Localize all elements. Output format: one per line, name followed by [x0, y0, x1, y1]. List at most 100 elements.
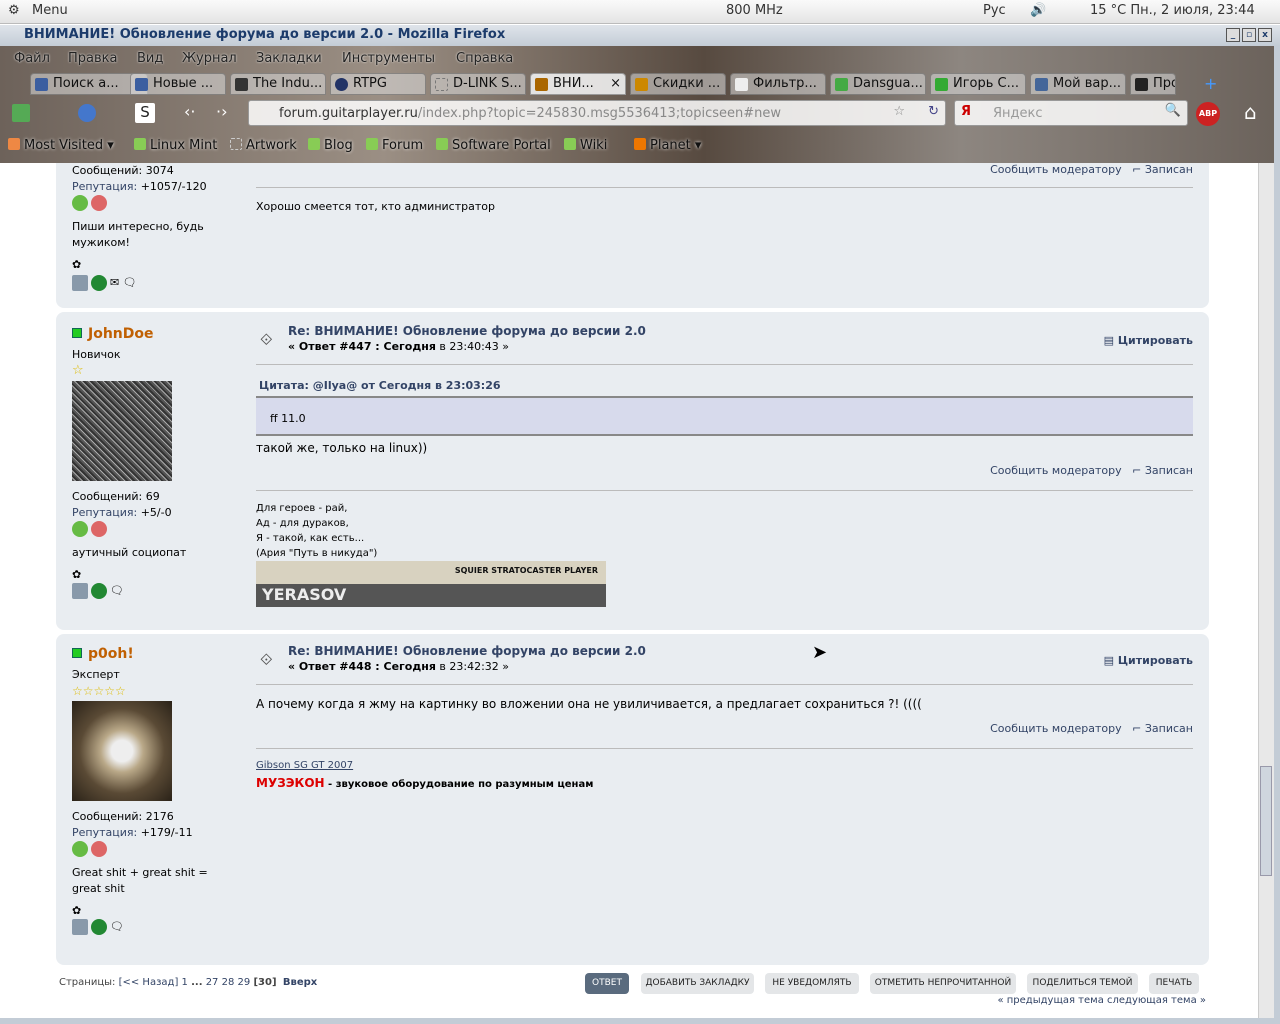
tab-active[interactable]: ВНИ... ×	[530, 73, 626, 95]
tab[interactable]: RTPG	[330, 73, 426, 95]
new-tab-icon[interactable]: +	[1204, 74, 1217, 93]
menu-edit[interactable]: Правка	[68, 51, 117, 66]
post-body: ⟐ Re: ВНИМАНИЕ! Обновление форума до вер…	[256, 312, 1193, 630]
reload-icon[interactable]: ↻	[928, 104, 939, 119]
quote-button[interactable]: ▤ Цитировать	[1104, 654, 1193, 667]
tab[interactable]: Игорь С...	[930, 73, 1026, 95]
reply-button[interactable]: ОТВЕТ	[585, 973, 629, 994]
page-link[interactable]: 1	[182, 977, 188, 988]
bookmark-forum[interactable]: Forum	[366, 138, 423, 153]
page-link[interactable]: 29	[238, 977, 251, 988]
post-subject-link[interactable]: Re: ВНИМАНИЕ! Обновление форума до верси…	[288, 324, 646, 338]
tab[interactable]: Dansgua...	[830, 73, 926, 95]
top-link[interactable]: Вверх	[283, 977, 317, 988]
tab[interactable]: D-LINK S...	[430, 73, 526, 95]
username-link[interactable]: p0oh!	[88, 646, 134, 662]
pm-icon[interactable]: 🗨	[110, 920, 124, 933]
profile-icon[interactable]	[72, 275, 88, 291]
keyboard-layout[interactable]: Рус	[983, 3, 1006, 18]
download-icon[interactable]	[12, 104, 30, 122]
tab[interactable]: Мой вар...	[1030, 73, 1126, 95]
close-button[interactable]: x	[1258, 28, 1272, 42]
report-link[interactable]: Сообщить модератору	[990, 163, 1122, 176]
volume-icon[interactable]: 🔊	[1030, 3, 1046, 18]
bookmark-button[interactable]: ДОБАВИТЬ ЗАКЛАДКУ	[641, 973, 754, 994]
poster-info: JohnDoe Новичок ☆ Сообщений: 69 Репутаци…	[72, 326, 232, 599]
menu-help[interactable]: Справка	[456, 51, 513, 66]
tab[interactable]: Скидки ...	[630, 73, 726, 95]
tab[interactable]: Про	[1130, 73, 1176, 95]
rank-star-icon: ☆	[72, 363, 84, 378]
website-icon[interactable]	[91, 583, 107, 599]
bookmark-linux-mint[interactable]: Linux Mint	[134, 138, 217, 153]
search-icon[interactable]: 🔍	[1165, 103, 1181, 118]
profile-icon[interactable]	[72, 583, 88, 599]
url-bar[interactable]: forum.guitarplayer.ru/index.php?topic=24…	[248, 100, 946, 126]
email-icon[interactable]: ✉	[110, 276, 119, 289]
print-button[interactable]: ПЕЧАТЬ	[1149, 973, 1199, 994]
rep-down-icon[interactable]	[91, 521, 107, 537]
star-icon[interactable]: ☆	[893, 104, 905, 119]
mark-unread-button[interactable]: ОТМЕТИТЬ НЕПРОЧИТАННОЙ	[870, 973, 1016, 994]
bookmark-most-visited[interactable]: Most Visited ▾	[8, 138, 114, 153]
unnotify-button[interactable]: НЕ УВЕДОМЛЯТЬ	[765, 973, 859, 994]
adblock-icon[interactable]: ABP	[1196, 102, 1220, 126]
profile-icon[interactable]	[72, 919, 88, 935]
addon-icon[interactable]	[78, 104, 96, 122]
menu-bookmarks[interactable]: Закладки	[256, 51, 322, 66]
report-link[interactable]: Сообщить модератору	[990, 464, 1122, 477]
website-icon[interactable]	[91, 275, 107, 291]
prev-page-link[interactable]: [<< Назад]	[119, 977, 179, 988]
scrollbar[interactable]	[1258, 163, 1274, 1018]
pm-icon[interactable]: 🗨	[123, 276, 137, 289]
post-subject-link[interactable]: Re: ВНИМАНИЕ! Обновление форума до верси…	[288, 644, 646, 658]
quote-header[interactable]: Цитата: @Ilya@ от Сегодня в 23:03:26	[259, 379, 501, 392]
topic-navigation[interactable]: « предыдущая тема следующая тема »	[990, 995, 1206, 1006]
yandex-icon[interactable]: Я	[961, 104, 971, 119]
bookmark-wiki[interactable]: Wiki	[564, 138, 607, 153]
bookmark-blog[interactable]: Blog	[308, 138, 353, 153]
desktop-panel: ⚙ Menu 800 MHz Рус 🔊 15 °C Пн., 2 июля, …	[0, 0, 1280, 24]
s-icon[interactable]: S	[135, 103, 155, 123]
bookmark-artwork[interactable]: Artwork	[230, 138, 297, 153]
tab[interactable]: Новые ...	[130, 73, 226, 95]
logged-label: Записан	[1144, 163, 1193, 176]
rep-down-icon[interactable]	[91, 841, 107, 857]
bookmark-software-portal[interactable]: Software Portal	[436, 138, 551, 153]
search-input[interactable]: Яндекс Я 🔍	[954, 100, 1188, 126]
maximize-button[interactable]: ▫	[1242, 28, 1256, 42]
scrollbar-thumb[interactable]	[1260, 766, 1272, 876]
bookmark-planet[interactable]: Planet ▾	[634, 138, 701, 153]
rep-down-icon[interactable]	[91, 195, 107, 211]
signature-banner[interactable]: SQUIER STRATOCASTER PLAYER YERASOV	[256, 561, 606, 607]
menu-file[interactable]: Файл	[14, 51, 50, 66]
signature-brand-link[interactable]: МУЗЭКОН	[256, 776, 325, 790]
poster-info: Сообщений: 3074 Репутация: +1057/-120 Пи…	[72, 163, 232, 291]
report-link[interactable]: Сообщить модератору	[990, 722, 1122, 735]
rep-up-icon[interactable]	[72, 841, 88, 857]
back-icon[interactable]: ‹·	[184, 102, 195, 121]
menu-view[interactable]: Вид	[137, 51, 163, 66]
gear-icon[interactable]: ⚙	[8, 3, 20, 18]
menu-tools[interactable]: Инструменты	[342, 51, 435, 66]
username-link[interactable]: JohnDoe	[88, 326, 154, 342]
clock[interactable]: 15 °C Пн., 2 июля, 23:44	[1090, 3, 1255, 18]
tab[interactable]: The Indu...	[230, 73, 326, 95]
signature-link[interactable]: Gibson SG GT 2007	[256, 760, 353, 771]
menu-history[interactable]: Журнал	[182, 51, 237, 66]
menu-button[interactable]: Menu	[32, 3, 68, 18]
page-link[interactable]: 28	[222, 977, 235, 988]
close-tab-icon[interactable]: ×	[610, 76, 621, 91]
pm-icon[interactable]: 🗨	[110, 584, 124, 597]
home-icon[interactable]: ⌂	[1244, 100, 1257, 124]
forward-icon[interactable]: ·›	[216, 102, 227, 121]
rep-up-icon[interactable]	[72, 195, 88, 211]
page-link[interactable]: 27	[206, 977, 219, 988]
minimize-button[interactable]: _	[1226, 28, 1240, 42]
rep-up-icon[interactable]	[72, 521, 88, 537]
quote-button[interactable]: ▤ Цитировать	[1104, 334, 1193, 347]
tab[interactable]: Фильтр...	[730, 73, 826, 95]
reputation-value: +1057/-120	[140, 180, 207, 193]
website-icon[interactable]	[91, 919, 107, 935]
share-topic-button[interactable]: ПОДЕЛИТЬСЯ ТЕМОЙ	[1027, 973, 1138, 994]
